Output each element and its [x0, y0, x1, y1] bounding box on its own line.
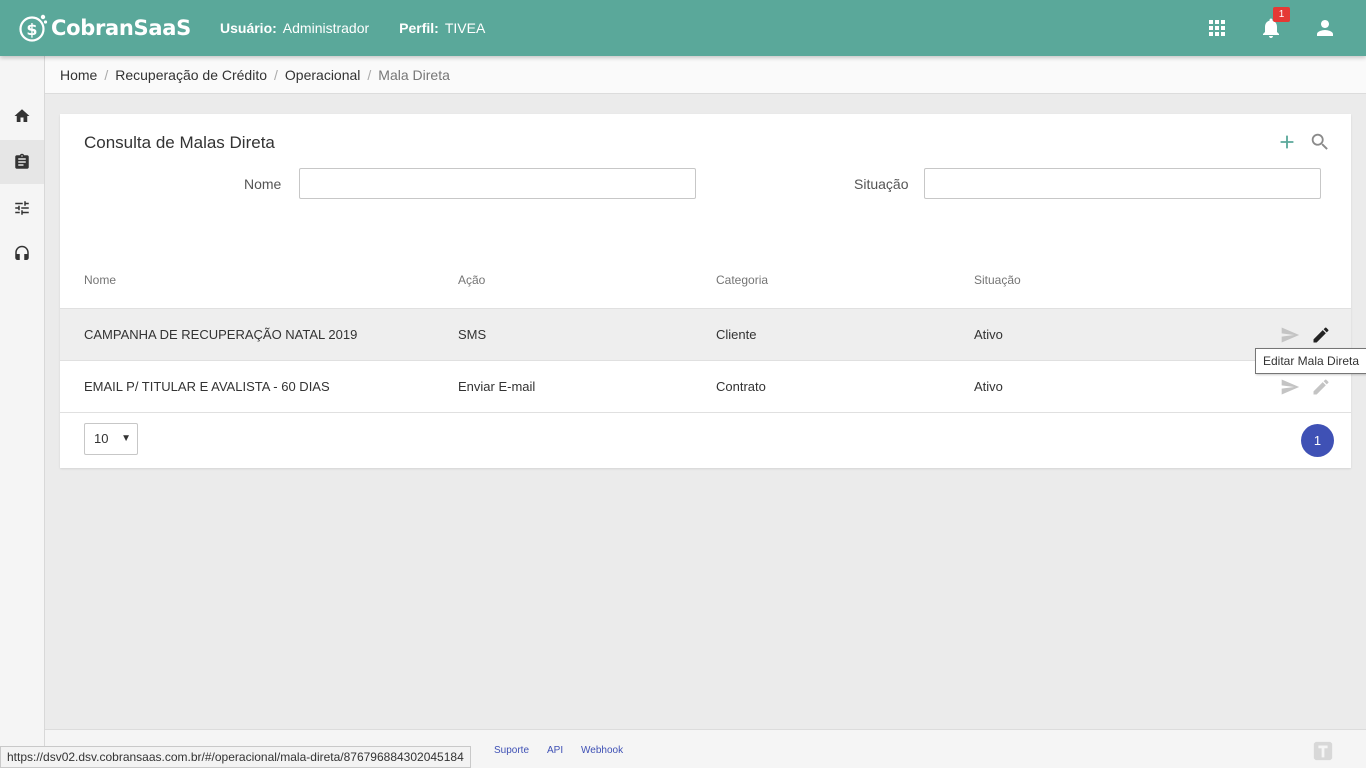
footer-link-webhook[interactable]: Webhook — [581, 745, 623, 756]
cell-nome: CAMPANHA DE RECUPERAÇÃO NATAL 2019 — [84, 327, 358, 342]
breadcrumb-home[interactable]: Home — [60, 67, 97, 83]
breadcrumb-operacional[interactable]: Operacional — [285, 67, 361, 83]
breadcrumb-current: Mala Direta — [378, 66, 450, 83]
pencil-icon[interactable] — [1311, 325, 1331, 345]
cell-categoria: Contrato — [716, 379, 766, 394]
footer-link-suporte[interactable]: Suporte — [494, 745, 529, 756]
column-header-situacao[interactable]: Situação — [974, 273, 1021, 287]
sliders-icon — [15, 201, 29, 215]
cell-acao: Enviar E-mail — [458, 379, 536, 394]
cell-situacao: Ativo — [974, 379, 1003, 394]
logo-icon: $ — [19, 14, 48, 42]
cell-situacao: Ativo — [974, 327, 1003, 342]
table-row[interactable]: CAMPANHA DE RECUPERAÇÃO NATAL 2019 SMS C… — [60, 309, 1351, 361]
svg-text:$: $ — [26, 20, 37, 39]
search-icon[interactable] — [1309, 131, 1331, 153]
column-header-nome[interactable]: Nome — [84, 273, 116, 287]
edit-tooltip: Editar Mala Direta — [1255, 348, 1366, 374]
app-name: CobranSaaS — [51, 16, 191, 40]
chevron-down-icon: ▼ — [121, 433, 131, 444]
sidebar-item-settings[interactable] — [0, 186, 44, 230]
profile-label: Perfil: — [399, 20, 439, 36]
user-info-profile: Perfil: TIVEA — [399, 20, 485, 36]
page-size-value: 10 — [94, 431, 109, 446]
home-icon — [14, 109, 30, 122]
profile-value: TIVEA — [444, 20, 486, 36]
notification-badge: 1 — [1273, 7, 1290, 22]
sidebar-item-operacional[interactable] — [0, 140, 44, 184]
breadcrumb-separator: / — [104, 66, 109, 83]
column-header-acao[interactable]: Ação — [458, 273, 485, 287]
cell-acao: SMS — [458, 327, 487, 342]
footer-logo-icon — [1313, 741, 1333, 761]
user-value: Administrador — [282, 20, 370, 36]
pencil-icon[interactable] — [1311, 377, 1331, 397]
nome-label: Nome — [244, 176, 282, 192]
cell-categoria: Cliente — [716, 327, 757, 342]
user-label: Usuário: — [220, 20, 277, 36]
sidebar — [0, 56, 45, 768]
user-info-user: Usuário: Administrador — [220, 20, 369, 36]
page-title: Consulta de Malas Direta — [84, 133, 275, 152]
browser-status-url: https://dsv02.dsv.cobransaas.com.br/#/op… — [0, 746, 471, 768]
page-button-current[interactable]: 1 — [1301, 424, 1334, 457]
clipboard-icon — [15, 153, 29, 169]
cell-nome: EMAIL P/ TITULAR E AVALISTA - 60 DIAS — [84, 379, 330, 394]
send-icon[interactable] — [1280, 377, 1300, 397]
situacao-label: Situação — [854, 176, 909, 192]
page-size-select[interactable]: 10 ▼ — [84, 423, 138, 455]
top-bar: $ CobranSaaS Usuário: Administrador Perfi… — [0, 0, 1366, 56]
column-header-categoria[interactable]: Categoria — [716, 273, 768, 287]
table-row[interactable]: EMAIL P/ TITULAR E AVALISTA - 60 DIAS En… — [60, 361, 1351, 413]
headset-icon — [15, 245, 29, 260]
breadcrumb-separator: / — [274, 66, 278, 83]
situacao-input[interactable] — [924, 168, 1321, 199]
apps-icon[interactable] — [1205, 16, 1229, 40]
send-icon[interactable] — [1280, 325, 1300, 345]
plus-icon[interactable] — [1276, 131, 1298, 153]
sidebar-item-home[interactable] — [0, 94, 44, 138]
sidebar-item-support[interactable] — [0, 232, 44, 276]
app-logo[interactable]: $ CobranSaaS — [18, 11, 191, 45]
breadcrumb-separator: / — [367, 66, 372, 83]
account-icon[interactable] — [1313, 16, 1337, 40]
nome-input[interactable] — [299, 168, 696, 199]
footer-link-api[interactable]: API — [547, 745, 563, 756]
breadcrumb-recuperacao[interactable]: Recuperação de Crédito — [115, 67, 267, 83]
search-card: Consulta de Malas Direta Nome Situação N… — [60, 114, 1351, 468]
breadcrumb: Home / Recuperação de Crédito / Operacio… — [45, 56, 1366, 94]
user-info: Usuário: Administrador Perfil: TIVEA — [220, 20, 485, 36]
